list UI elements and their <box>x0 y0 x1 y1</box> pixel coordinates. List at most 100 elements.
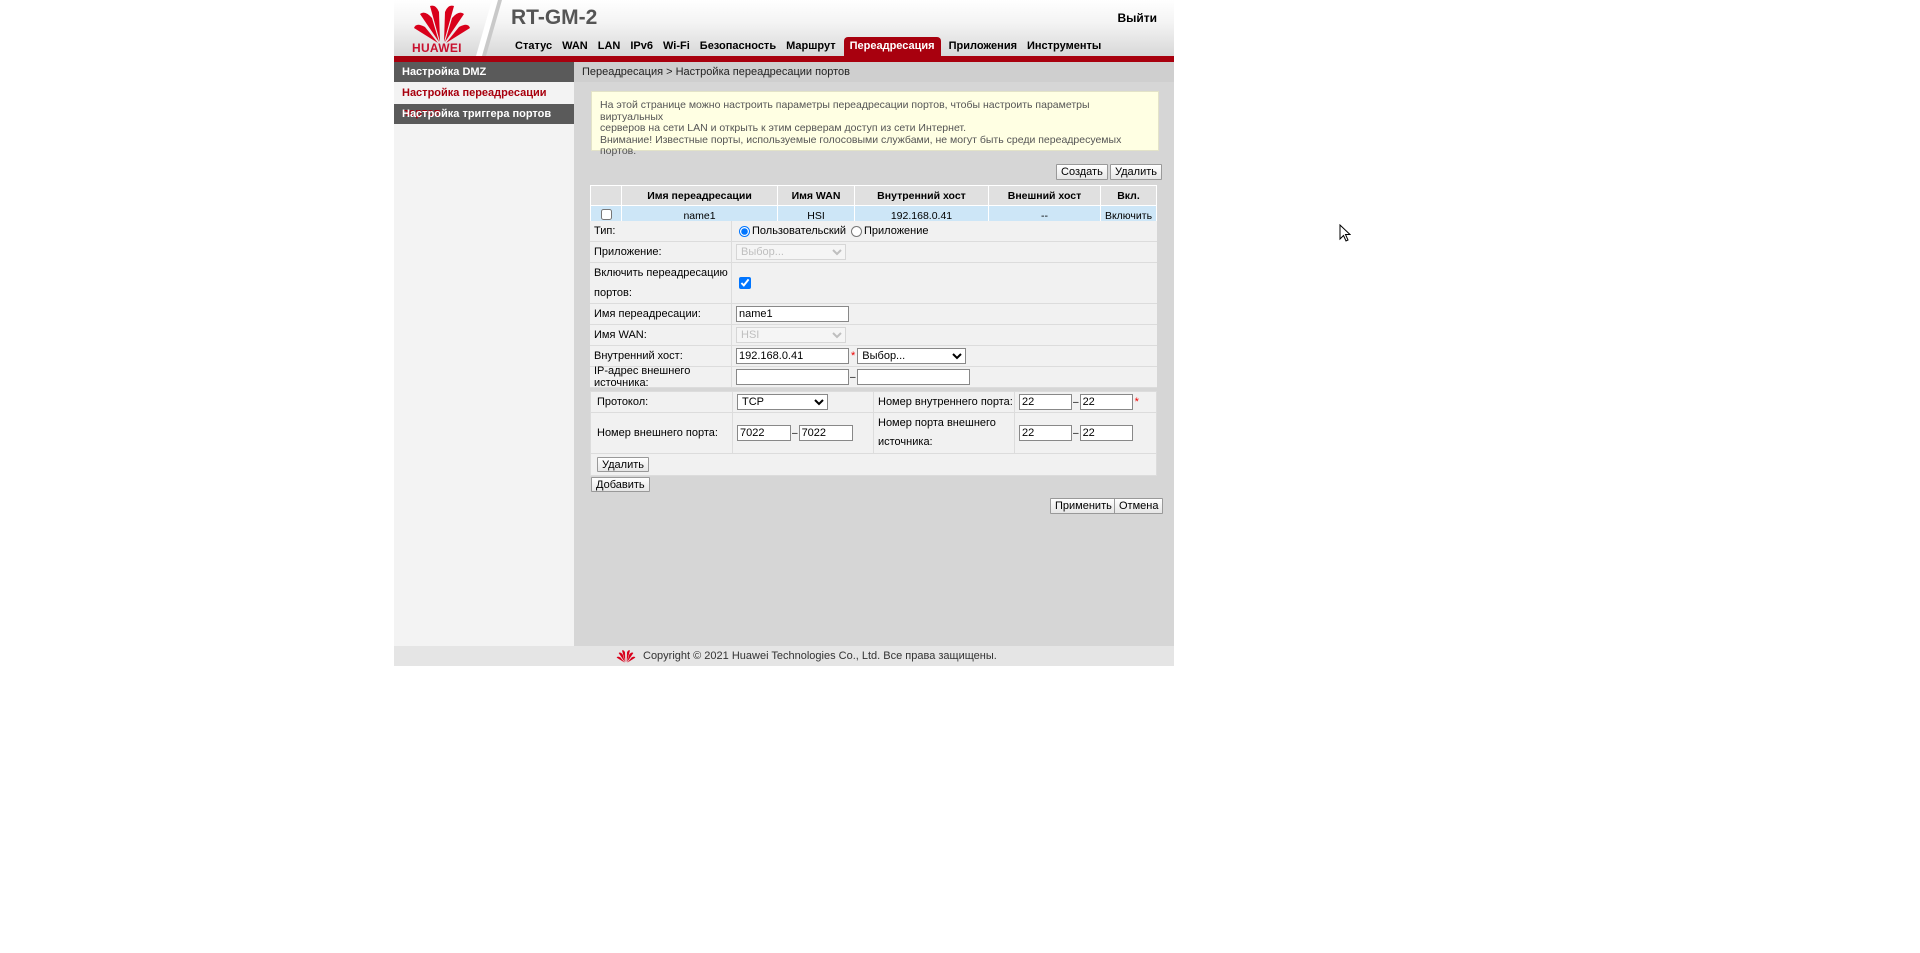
col-header-internal-host: Внутренний хост <box>854 185 989 206</box>
internal-host-select[interactable]: Выбор... <box>857 348 967 364</box>
table-header-row: Имя переадресации Имя WAN Внутренний хос… <box>590 185 1157 206</box>
nav-route[interactable]: Маршрут <box>781 37 841 56</box>
router-frame: HUAWEI RT-GM-2 Выйти Статус WAN LAN IPv6… <box>394 0 1174 666</box>
delete-port-mapping-button[interactable]: Удалить <box>597 457 649 472</box>
sidebar: Настройка DMZ Настройка переадресации по… <box>394 62 574 646</box>
wan-name-select[interactable]: HSI <box>736 327 846 343</box>
source-ip-value: – <box>732 367 1157 387</box>
type-user-label: Пользовательский <box>752 225 846 237</box>
sidebar-item-dmz[interactable]: Настройка DMZ <box>394 62 574 82</box>
type-user-radio[interactable] <box>739 225 750 237</box>
forwarding-table: Имя переадресации Имя WAN Внутренний хос… <box>590 185 1157 226</box>
header-divider <box>476 0 502 56</box>
enable-label-line-2: портов: <box>594 287 632 299</box>
external-port-label: Номер внешнего порта: <box>591 413 733 453</box>
external-source-port-label-line-2: источника: <box>878 436 933 448</box>
application-label: Приложение: <box>590 242 732 262</box>
forward-name-label: Имя переадресации: <box>590 304 732 324</box>
type-app-label: Приложение <box>863 225 929 237</box>
external-source-port-start-input[interactable] <box>1019 425 1072 441</box>
notice-line-2: серверов на сети LAN и открыть к этим се… <box>600 122 966 134</box>
required-marker: * <box>851 350 856 362</box>
external-source-port-end-input[interactable] <box>1079 425 1133 441</box>
form-row-host: Внутренний хост: * Выбор... <box>590 346 1157 367</box>
forwarding-form: Тип: Пользовательский Приложение Приложе… <box>590 221 1157 389</box>
brand-text: HUAWEI <box>412 41 462 55</box>
cancel-button[interactable]: Отмена <box>1114 498 1164 514</box>
internal-host-value: * Выбор... <box>732 346 1157 366</box>
range-dash: – <box>850 371 856 383</box>
enable-label: Включить переадресацию портов: <box>590 263 732 303</box>
col-header-wan: Имя WAN <box>777 185 855 206</box>
nav-wifi[interactable]: Wi-Fi <box>658 37 695 56</box>
nav-forwarding[interactable]: Переадресация <box>843 37 941 56</box>
source-ip-start-input[interactable] <box>736 369 849 385</box>
header: HUAWEI RT-GM-2 Выйти Статус WAN LAN IPv6… <box>394 0 1174 56</box>
type-app-radio[interactable] <box>850 225 862 237</box>
create-button[interactable]: Создать <box>1056 164 1108 180</box>
wan-name-label: Имя WAN: <box>590 325 732 345</box>
huawei-flower-icon <box>414 5 470 43</box>
row-checkbox[interactable] <box>600 208 612 220</box>
notice-line-3: Внимание! Известные порты, используемые … <box>600 133 1122 157</box>
sidebar-item-port-trigger[interactable]: Настройка триггера портов <box>394 104 574 124</box>
breadcrumb: Переадресация > Настройка переадресации … <box>574 62 1174 82</box>
nav-wan[interactable]: WAN <box>557 37 593 56</box>
port-mapping-block: Протокол: TCP Номер внутреннего порта: –… <box>590 391 1157 476</box>
nav-applications[interactable]: Приложения <box>944 37 1022 56</box>
nav-tools[interactable]: Инструменты <box>1022 37 1106 56</box>
protocol-select[interactable]: TCP <box>737 394 828 410</box>
internal-port-start-input[interactable] <box>1019 394 1072 410</box>
form-row-enable: Включить переадресацию портов: <box>590 263 1157 304</box>
forward-name-value <box>732 304 1157 324</box>
nav-security[interactable]: Безопасность <box>695 37 781 56</box>
external-port-end-input[interactable] <box>798 425 853 441</box>
range-dash: – <box>1073 396 1079 408</box>
nav-status[interactable]: Статус <box>510 37 557 56</box>
main-content: Переадресация > Настройка переадресации … <box>574 62 1174 646</box>
source-ip-label: IP-адрес внешнего источника: <box>590 365 732 389</box>
enable-value <box>732 263 1157 303</box>
logout-link[interactable]: Выйти <box>1117 11 1157 25</box>
huawei-logo: HUAWEI <box>394 0 486 56</box>
form-row-type: Тип: Пользовательский Приложение <box>590 221 1157 242</box>
mouse-cursor-icon <box>1339 224 1351 242</box>
col-header-name: Имя переадресации <box>621 185 778 206</box>
port-row-2: Номер внешнего порта: – Номер порта внеш… <box>591 413 1156 454</box>
required-marker: * <box>1134 396 1139 408</box>
forward-name-input[interactable] <box>736 306 849 322</box>
enable-label-line-1: Включить переадресацию <box>594 267 728 279</box>
protocol-label: Протокол: <box>591 392 733 412</box>
source-ip-end-input[interactable] <box>856 369 970 385</box>
internal-host-input[interactable] <box>736 348 849 364</box>
application-select[interactable]: Выбор... <box>736 244 846 260</box>
enable-checkbox[interactable] <box>739 277 751 289</box>
internal-port-value: – * <box>1015 392 1156 412</box>
internal-port-label: Номер внутреннего порта: <box>874 392 1015 412</box>
nav-lan[interactable]: LAN <box>593 37 626 56</box>
delete-selected-button[interactable]: Удалить <box>1110 164 1162 180</box>
internal-host-label: Внутренний хост: <box>590 346 732 366</box>
col-header-enabled: Вкл. <box>1100 185 1157 206</box>
add-button[interactable]: Добавить <box>591 477 650 492</box>
external-port-start-input[interactable] <box>737 425 791 441</box>
application-value: Выбор... <box>732 242 1157 262</box>
apply-button[interactable]: Применить <box>1050 498 1117 514</box>
type-options: Пользовательский Приложение <box>732 221 1157 241</box>
main-nav: Статус WAN LAN IPv6 Wi-Fi Безопасность М… <box>510 37 1106 56</box>
range-dash: – <box>792 427 798 439</box>
huawei-footer-logo-icon <box>616 650 636 663</box>
notice-line-1: На этой странице можно настроить парамет… <box>600 99 1090 123</box>
form-row-name: Имя переадресации: <box>590 304 1157 325</box>
sidebar-item-port-forwarding[interactable]: Настройка переадресации портов <box>394 83 574 119</box>
nav-ipv6[interactable]: IPv6 <box>625 37 658 56</box>
external-port-value: – <box>733 413 874 453</box>
device-model: RT-GM-2 <box>511 6 598 29</box>
internal-port-end-input[interactable] <box>1079 394 1133 410</box>
form-row-wan: Имя WAN: HSI <box>590 325 1157 346</box>
port-row-1: Протокол: TCP Номер внутреннего порта: –… <box>591 392 1156 413</box>
protocol-value: TCP <box>733 392 874 412</box>
header-checkbox-cell <box>590 185 622 206</box>
port-row-actions: Удалить <box>591 454 1156 475</box>
type-label: Тип: <box>590 221 732 241</box>
